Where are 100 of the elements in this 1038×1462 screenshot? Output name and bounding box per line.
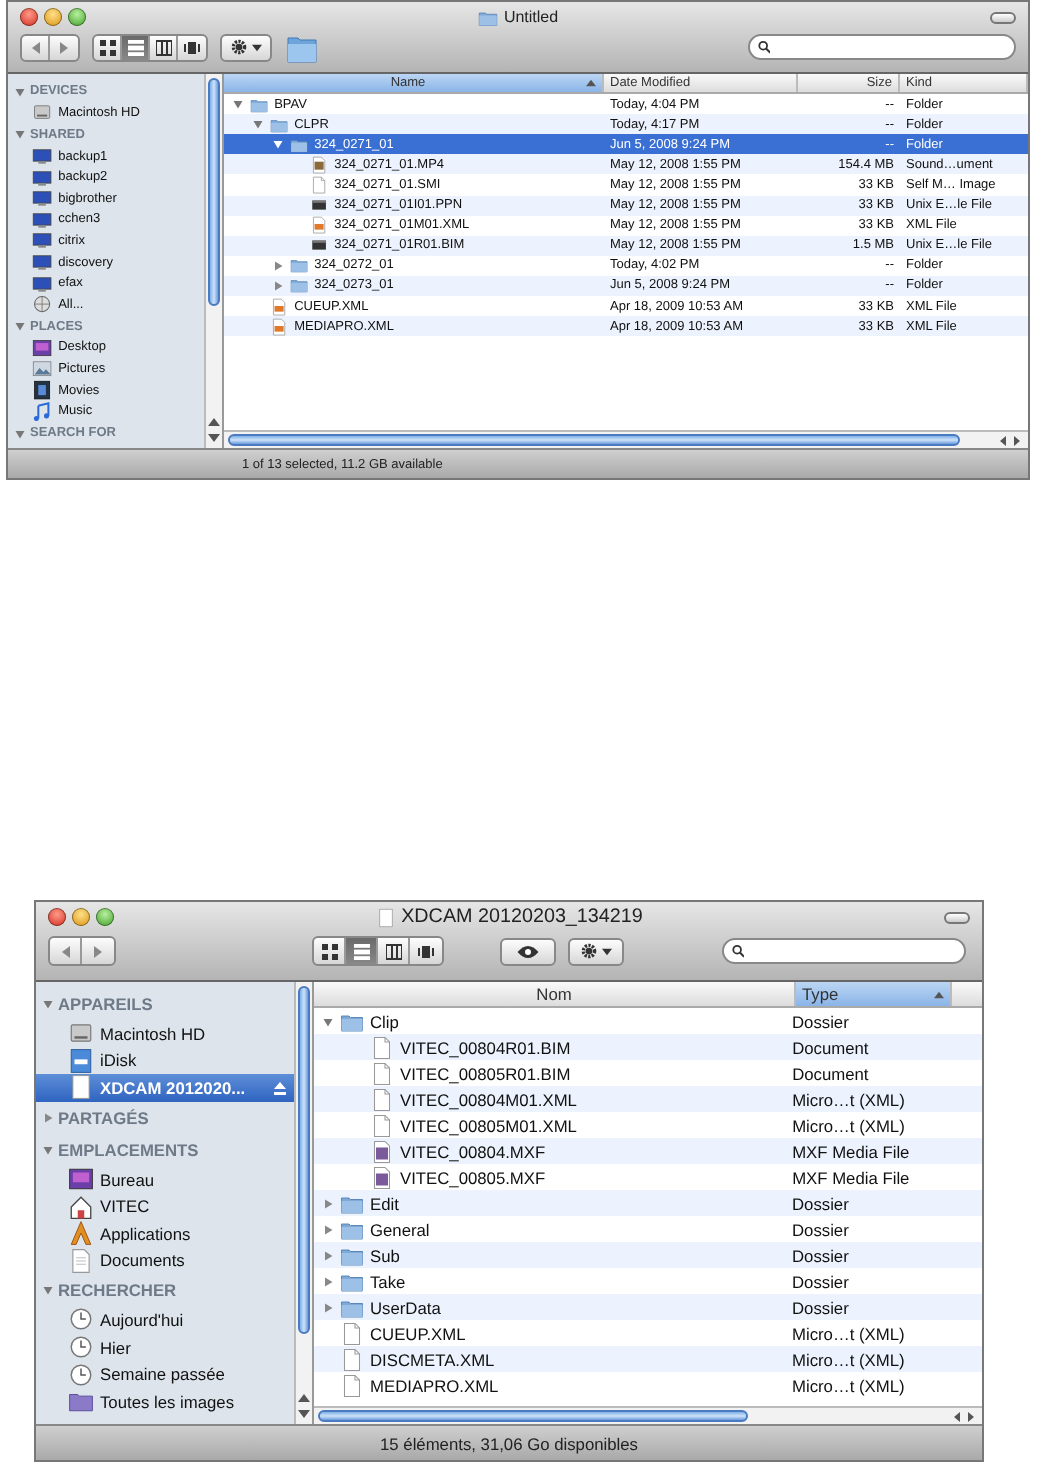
file-row[interactable]: Sub Dossier	[314, 1242, 982, 1268]
file-row[interactable]: VITEC_00804R01.BIM Document	[314, 1034, 982, 1060]
disclosure-triangle-icon[interactable]	[322, 1301, 334, 1313]
scrollbar[interactable]	[294, 982, 312, 1424]
monitor-icon	[32, 167, 53, 188]
sidebar-item[interactable]: iDisk	[36, 1047, 294, 1075]
disclosure-triangle-icon[interactable]	[14, 427, 26, 440]
back-arrow-icon	[57, 943, 73, 959]
scrollbar[interactable]	[224, 430, 1028, 448]
disclosure-triangle-icon[interactable]	[272, 259, 284, 272]
section-heading: APPAREILS	[58, 994, 153, 1014]
house-icon	[68, 1193, 94, 1220]
dark-file-icon	[310, 196, 329, 215]
file-name: VITEC_00805.MXF	[400, 1167, 546, 1187]
toolbar-toggle-button[interactable]	[990, 11, 1016, 23]
eject-icon[interactable]	[272, 1079, 288, 1096]
disclosure-triangle-icon[interactable]	[252, 118, 264, 131]
media-file-icon	[370, 1165, 394, 1189]
file-row[interactable]: VITEC_00804.MXF MXF Media File	[314, 1138, 982, 1164]
sidebar-item[interactable]: Toutes les images	[36, 1387, 294, 1416]
file-row[interactable]: Edit Dossier	[314, 1190, 982, 1216]
scrollbar[interactable]	[314, 1406, 982, 1424]
sidebar-item[interactable]: Aujourd'hui	[36, 1306, 294, 1334]
file-row[interactable]: VITEC_00805.MXF MXF Media File	[314, 1164, 982, 1190]
scroll-arrows-icon[interactable]	[206, 416, 222, 444]
globe-icon	[32, 294, 53, 315]
document-icon	[340, 1347, 364, 1371]
sidebar-item[interactable]: Documents	[36, 1247, 294, 1275]
disclosure-triangle-icon[interactable]	[14, 85, 26, 98]
xml-file-icon	[270, 317, 289, 336]
disclosure-triangle-icon[interactable]	[322, 1275, 334, 1287]
film-icon	[32, 380, 53, 401]
status-text: 15 éléments, 31,06 Go disponibles	[380, 1433, 638, 1453]
search-field[interactable]	[748, 34, 1016, 60]
scroll-arrows-icon[interactable]	[996, 433, 1024, 447]
disclosure-triangle-icon[interactable]	[14, 320, 26, 333]
monitor-icon	[32, 252, 53, 273]
action-button[interactable]	[220, 33, 272, 61]
sidebar-item[interactable]: Applications	[36, 1219, 294, 1248]
toolbar-toggle-button[interactable]	[944, 911, 970, 923]
section-heading: RECHERCHER	[58, 1280, 177, 1301]
file-name: VITEC_00804.MXF	[400, 1141, 546, 1161]
disclosure-triangle-icon[interactable]	[322, 1015, 334, 1027]
file-row[interactable]: CUEUP.XML Micro…t (XML)	[314, 1320, 982, 1346]
file-row[interactable]: Clip Dossier	[314, 1008, 982, 1034]
file-row[interactable]: UserData Dossier	[314, 1294, 982, 1320]
disclosure-triangle-icon[interactable]	[232, 98, 244, 111]
close-button[interactable]	[48, 908, 66, 926]
sidebar-item[interactable]: XDCAM 2012020...	[36, 1074, 294, 1102]
file-row[interactable]: Take Dossier	[314, 1268, 982, 1294]
sidebar-item[interactable]: Macintosh HD	[36, 1020, 294, 1048]
disclosure-triangle-icon[interactable]	[42, 1284, 54, 1297]
scroll-arrows-icon[interactable]	[950, 1409, 978, 1423]
file-name: General	[370, 1219, 430, 1239]
disclosure-triangle-icon[interactable]	[42, 1143, 54, 1156]
disclosure-triangle-icon[interactable]	[42, 1111, 54, 1124]
sidebar-item[interactable]: Hier	[36, 1333, 294, 1361]
icon-view-icon	[99, 39, 115, 55]
table-cell-text: Document	[790, 1037, 871, 1057]
scroll-arrows-icon[interactable]	[296, 1392, 312, 1420]
file-name: CUEUP.XML	[370, 1323, 466, 1343]
file-row[interactable]: MEDIAPRO.XML Micro…t (XML)	[314, 1372, 982, 1398]
zoom-button[interactable]	[96, 908, 114, 926]
gear-icon	[580, 942, 598, 960]
monitor-icon	[32, 188, 53, 209]
sidebar-item[interactable]: VITEC	[36, 1192, 294, 1220]
folder-icon[interactable]	[284, 31, 320, 63]
disclosure-triangle-icon[interactable]	[322, 1197, 334, 1209]
xml-file-icon	[270, 297, 289, 316]
view-button[interactable]	[122, 35, 150, 59]
disclosure-triangle-icon[interactable]	[322, 1249, 334, 1261]
disclosure-triangle-icon[interactable]	[14, 128, 26, 141]
file-row[interactable]: VITEC_00804M01.XML Micro…t (XML)	[314, 1086, 982, 1112]
disclosure-triangle-icon[interactable]	[272, 138, 284, 151]
minimize-button[interactable]	[44, 8, 62, 26]
disclosure-triangle-icon[interactable]	[272, 279, 284, 292]
minimize-button[interactable]	[72, 908, 90, 926]
document-icon	[310, 175, 329, 195]
sidebar-item[interactable]: Bureau	[36, 1165, 294, 1193]
quick-look-button[interactable]	[500, 937, 556, 965]
column-header[interactable]: Type	[796, 982, 952, 1006]
search-field[interactable]	[722, 938, 966, 964]
media-file-icon	[370, 1139, 394, 1163]
sidebar-item[interactable]: Semaine passée	[36, 1360, 294, 1388]
table-cell-text: Dossier	[789, 1297, 851, 1317]
scrollbar[interactable]	[204, 74, 222, 448]
desktop-icon	[32, 337, 53, 358]
table-cell-text: Dossier	[789, 1193, 851, 1213]
zoom-button[interactable]	[68, 8, 86, 26]
file-row[interactable]: DISCMETA.XML Micro…t (XML)	[314, 1346, 982, 1372]
view-button[interactable]	[150, 35, 178, 59]
file-row[interactable]: General Dossier	[314, 1216, 982, 1242]
action-button[interactable]	[568, 937, 624, 965]
disclosure-triangle-icon[interactable]	[42, 998, 54, 1010]
view-button[interactable]	[346, 938, 378, 964]
file-row[interactable]: VITEC_00805R01.BIM Document	[314, 1060, 982, 1086]
disclosure-triangle-icon[interactable]	[322, 1223, 334, 1235]
smart-folder-icon	[68, 1388, 94, 1415]
file-row[interactable]: VITEC_00805M01.XML Micro…t (XML)	[314, 1112, 982, 1138]
close-button[interactable]	[20, 8, 38, 26]
